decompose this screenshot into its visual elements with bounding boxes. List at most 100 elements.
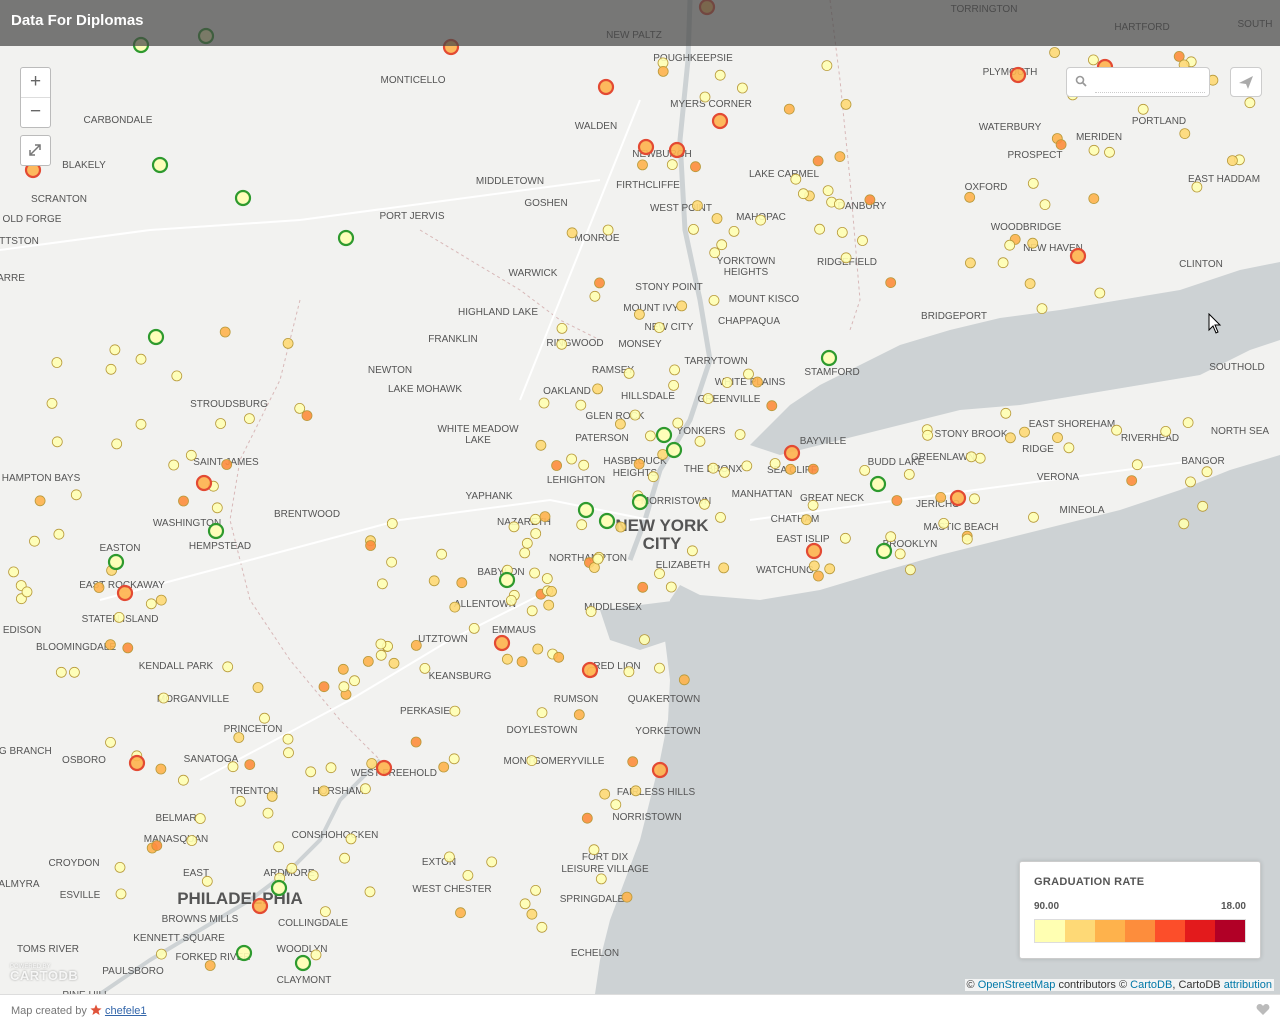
school-marker[interactable] [155,763,167,775]
school-marker[interactable] [185,449,197,461]
school-marker[interactable] [657,66,669,77]
school-marker[interactable] [885,531,897,543]
school-marker[interactable] [519,898,531,910]
school-marker[interactable] [301,410,313,422]
school-marker[interactable] [318,681,330,693]
school-marker[interactable] [307,870,319,881]
school-marker[interactable] [526,908,538,920]
share-button[interactable] [1230,67,1262,97]
school-marker[interactable] [822,185,834,197]
school-marker[interactable] [107,553,125,571]
school-marker[interactable] [1036,303,1048,315]
school-marker[interactable] [235,944,253,962]
school-marker[interactable] [338,681,350,693]
osm-link[interactable]: OpenStreetMap [978,979,1056,991]
school-marker[interactable] [69,666,80,678]
author-link[interactable]: chefele1 [105,1005,147,1017]
school-marker[interactable] [1088,144,1100,156]
school-marker[interactable] [597,78,615,96]
school-marker[interactable] [70,489,82,501]
school-marker[interactable] [345,833,357,845]
school-marker[interactable] [529,567,540,579]
school-marker[interactable] [419,663,431,674]
school-marker[interactable] [1179,128,1191,140]
school-marker[interactable] [755,214,766,226]
school-marker[interactable] [834,151,846,163]
school-marker[interactable] [820,349,838,367]
school-marker[interactable] [1131,459,1143,471]
school-marker[interactable] [259,712,270,724]
school-marker[interactable] [566,453,577,465]
school-marker[interactable] [195,474,213,492]
school-marker[interactable] [449,601,461,613]
school-marker[interactable] [1069,247,1087,265]
school-marker[interactable] [410,640,422,651]
school-marker[interactable] [1055,139,1067,151]
school-marker[interactable] [599,788,611,800]
school-marker[interactable] [536,921,548,933]
school-marker[interactable] [1024,278,1036,290]
school-marker[interactable] [305,766,317,778]
school-marker[interactable] [543,599,555,611]
school-marker[interactable] [813,570,824,582]
school-marker[interactable] [34,495,46,507]
school-marker[interactable] [905,564,916,576]
school-marker[interactable] [262,807,274,819]
school-marker[interactable] [969,493,980,505]
school-marker[interactable] [151,156,169,174]
school-marker[interactable] [234,795,246,807]
school-marker[interactable] [1197,500,1209,512]
school-marker[interactable] [639,634,650,645]
school-marker[interactable] [516,656,528,668]
school-marker[interactable] [595,873,607,885]
school-marker[interactable] [410,736,422,748]
school-marker[interactable] [821,60,833,71]
school-marker[interactable] [1049,47,1060,58]
school-marker[interactable] [711,112,729,130]
school-marker[interactable] [366,758,378,769]
map[interactable]: TORRINGTONHARTFORDSOUTHNEW PALTZPOUGHKEE… [0,0,1280,994]
school-marker[interactable] [654,568,665,579]
school-marker[interactable] [219,326,231,338]
school-marker[interactable] [974,452,986,464]
school-marker[interactable] [627,756,639,768]
school-marker[interactable] [109,344,121,356]
school-marker[interactable] [177,774,189,786]
school-marker[interactable] [21,586,33,598]
school-marker[interactable] [1039,199,1051,211]
school-marker[interactable] [135,353,147,365]
school-marker[interactable] [282,733,294,745]
school-marker[interactable] [365,540,377,551]
school-marker[interactable] [456,577,468,589]
school-marker[interactable] [585,606,597,617]
school-marker[interactable] [709,247,721,259]
school-marker[interactable] [807,463,819,475]
school-marker[interactable] [505,595,517,606]
school-marker[interactable] [922,429,933,441]
school-marker[interactable] [728,225,740,237]
school-marker[interactable] [530,513,541,525]
school-marker[interactable] [1088,54,1099,66]
school-marker[interactable] [718,562,730,574]
school-marker[interactable] [186,835,198,846]
school-marker[interactable] [204,960,216,971]
school-marker[interactable] [592,553,604,565]
school-marker[interactable] [251,897,269,915]
school-marker[interactable] [645,430,656,442]
school-marker[interactable] [501,653,513,665]
school-marker[interactable] [964,191,976,203]
school-marker[interactable] [576,519,588,531]
school-marker[interactable] [592,383,603,395]
school-marker[interactable] [539,511,551,522]
school-marker[interactable] [581,661,599,679]
school-marker[interactable] [337,663,349,675]
school-marker[interactable] [556,338,568,350]
attribution-link[interactable]: attribution [1224,979,1272,991]
school-marker[interactable] [521,537,533,549]
school-marker[interactable] [1185,476,1196,488]
school-marker[interactable] [1137,103,1149,115]
school-marker[interactable] [647,471,659,483]
school-marker[interactable] [553,651,565,663]
school-marker[interactable] [577,501,595,519]
school-marker[interactable] [266,791,278,802]
